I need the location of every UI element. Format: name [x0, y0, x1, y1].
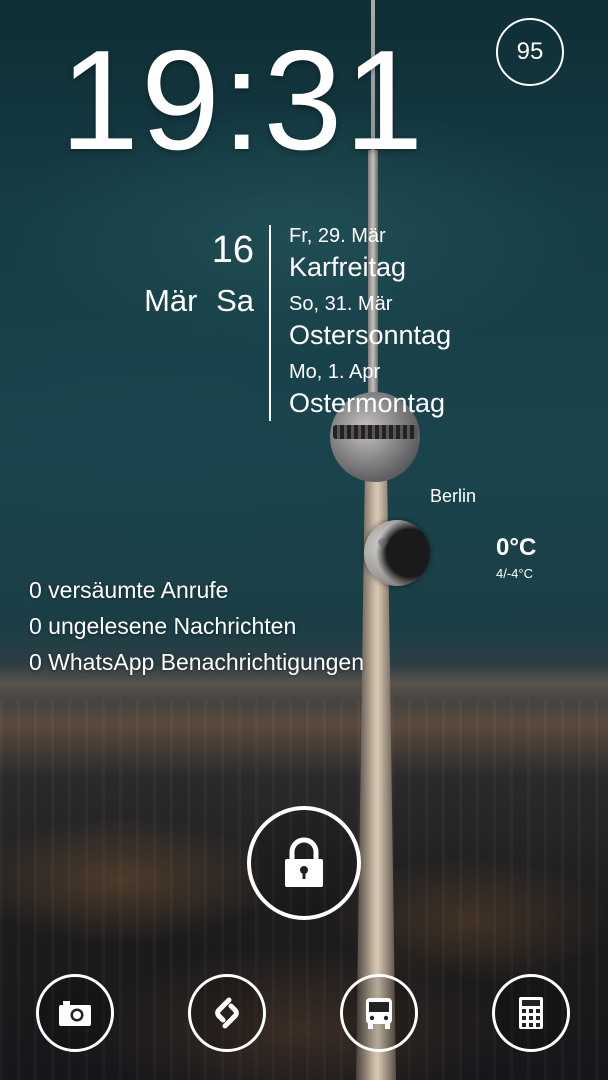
weather-temperature: 0°C — [496, 534, 537, 561]
weather-city: Berlin — [430, 486, 477, 506]
moon-phase-icon — [364, 520, 430, 586]
calculator-icon — [519, 997, 543, 1029]
shazam-icon — [215, 997, 239, 1029]
bus-icon — [366, 998, 392, 1029]
date-day: 16 — [211, 229, 254, 271]
unlock-button[interactable] — [247, 806, 361, 920]
clock-time: 19:31 — [60, 21, 426, 180]
weather-range: 4/-4°C — [496, 566, 533, 581]
event-date: Fr, 29. Mär — [289, 225, 386, 247]
shazam-button[interactable] — [188, 974, 266, 1052]
event-name[interactable]: Karfreitag — [289, 250, 451, 284]
camera-icon — [59, 1001, 91, 1026]
whatsapp-notifications[interactable]: 0 WhatsApp Benachrichtigungen — [29, 644, 364, 680]
event-date: Mo, 1. Apr — [289, 361, 381, 383]
missed-calls[interactable]: 0 versäumte Anrufe — [29, 572, 364, 608]
upcoming-events: Fr, 29. Mär Karfreitag So, 31. Mär Oster… — [289, 224, 451, 428]
event-date: So, 31. Mär — [289, 293, 393, 315]
bus-button[interactable] — [340, 974, 418, 1052]
battery-level: 95 — [516, 38, 544, 65]
notification-summary: 0 versäumte Anrufe 0 ungelesene Nachrich… — [29, 572, 364, 680]
padlock-icon — [285, 837, 323, 887]
date-month-weekday: Mär Sa — [144, 283, 254, 318]
event-name[interactable]: Ostersonntag — [289, 318, 451, 352]
date-divider — [269, 225, 271, 421]
event-name[interactable]: Ostermontag — [289, 386, 451, 420]
unread-messages[interactable]: 0 ungelesene Nachrichten — [29, 608, 364, 644]
camera-button[interactable] — [36, 974, 114, 1052]
battery-indicator: 95 — [496, 18, 564, 86]
calculator-button[interactable] — [492, 974, 570, 1052]
